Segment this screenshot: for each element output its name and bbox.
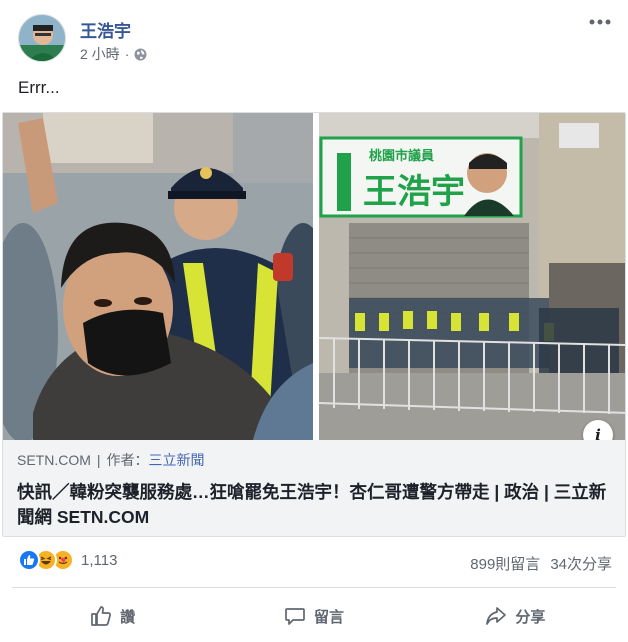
reaction-count[interactable]: 1,113 [81,552,117,569]
post-stats: 899則留言 34次分享 [470,553,612,574]
author-avatar[interactable] [18,14,66,62]
link-preview-image[interactable]: 桃園市議員 王浩宇 i [3,113,625,450]
news-photo-right: 桃園市議員 王浩宇 [319,113,625,440]
like-button[interactable]: 讚 [12,597,213,635]
meta-dot: · [124,46,130,62]
link-caption[interactable]: SETN.COM | 作者： 三立新聞 快訊／韓粉突襲服務處…狂嗆罷免王浩宇！杏… [3,440,625,536]
share-label: 分享 [515,608,546,626]
actions-top-divider [12,587,616,588]
share-count[interactable]: 34次分享 [550,553,612,574]
more-options-button[interactable] [586,10,614,34]
comment-button[interactable]: 留言 [213,597,414,635]
link-headline[interactable]: 快訊／韓粉突襲服務處…狂嗆罷免王浩宇！杏仁哥遭警方帶走 | 政治 | 三立新聞網… [17,480,613,530]
ellipsis-icon [589,19,611,25]
author-name[interactable]: 王浩宇 [80,17,131,42]
globe-icon [134,48,147,61]
post-meta: 2 小時 · [80,44,147,64]
like-reaction-icon [18,549,40,571]
author-prefix: 作者： [106,452,149,468]
source-separator: | [96,452,101,468]
comment-count[interactable]: 899則留言 [470,553,540,574]
share-icon [486,607,507,625]
thumbs-up-icon [91,606,112,626]
post-actions: 讚 留言 分享 [12,597,616,635]
sign-small-text: 桃園市議員 [369,148,434,164]
comment-label: 留言 [313,608,344,626]
sign-name-text: 王浩宇 [363,172,465,212]
source-domain: SETN.COM [17,452,91,468]
source-line: SETN.COM | 作者： 三立新聞 [17,450,613,470]
facebook-post: 王浩宇 2 小時 · Errr... 桃園市議員 王浩宇 i SETN.COM … [0,0,628,642]
post-time[interactable]: 2 小時 [80,44,120,64]
reactions-summary[interactable]: 1,113 [18,549,117,571]
link-preview-card[interactable]: 桃園市議員 王浩宇 i SETN.COM | 作者： 三立新聞 快訊／韓粉突襲服… [2,112,626,537]
source-author-link[interactable]: 三立新聞 [149,450,205,470]
post-text: Errr... [18,78,60,97]
comment-icon [285,608,305,625]
share-button[interactable]: 分享 [415,597,616,635]
like-label: 讚 [120,608,136,626]
news-photo-left [3,113,313,440]
